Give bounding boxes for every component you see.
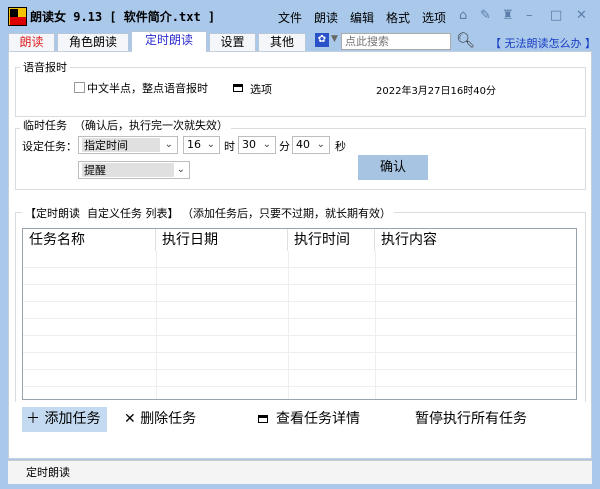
delete-task-label: 删除任务 — [140, 411, 197, 427]
add-task-label: 添加任务 — [44, 411, 101, 427]
table-row — [23, 302, 576, 319]
tab-settings[interactable]: 设置 — [209, 33, 256, 52]
tab-other[interactable]: 其他 — [258, 33, 306, 52]
chevron-down-icon: ⌄ — [262, 139, 271, 150]
set-task-label: 设定任务： — [22, 140, 77, 153]
column-exec-date[interactable]: 执行日期 — [156, 229, 288, 251]
table-row — [23, 251, 576, 268]
baidu-paw-icon[interactable]: ✿ — [315, 33, 329, 47]
add-task-button[interactable]: ＋ 添加任务 — [22, 407, 107, 432]
menu-options[interactable]: 选项 — [422, 9, 446, 26]
table-row — [23, 353, 576, 370]
column-divider — [375, 251, 376, 399]
window-title: 朗读女 9.13 [ 软件简介.txt ] — [30, 10, 216, 24]
checkbox-label: 中文半点，整点语音报时 — [87, 82, 208, 95]
chevron-down-icon[interactable]: ▼ — [331, 34, 338, 44]
chevron-down-icon: ⌄ — [206, 139, 215, 150]
column-exec-time[interactable]: 执行时间 — [288, 229, 375, 251]
current-datetime: 2022年3月27日16时40分 — [376, 86, 496, 97]
task-table[interactable]: 任务名称 执行日期 执行时间 执行内容 — [22, 228, 577, 400]
task-list-label: 【定时朗读 自定义任务 列表】 （添加任务后，只要不过期，就长期有效） — [22, 205, 394, 221]
chevron-down-icon: ⌄ — [164, 139, 173, 150]
mode-value: 指定时间 — [82, 138, 160, 152]
action-select[interactable]: 提醒 ⌄ — [78, 161, 190, 179]
tab-read[interactable]: 朗读 — [8, 33, 55, 52]
menu-edit[interactable]: 编辑 — [350, 9, 374, 26]
search-icon[interactable]: 🔍︎ — [456, 31, 475, 49]
half-hour-checkbox[interactable] — [74, 82, 85, 93]
menu-read[interactable]: 朗读 — [314, 9, 338, 26]
mode-select[interactable]: 指定时间 ⌄ — [78, 136, 178, 154]
column-task-name[interactable]: 任务名称 — [23, 229, 156, 251]
status-bar: 定时朗读 — [8, 460, 592, 484]
table-row — [23, 336, 576, 353]
menu-format[interactable]: 格式 — [386, 9, 410, 26]
search-input[interactable] — [341, 33, 451, 50]
delete-task-button[interactable]: ✕ 删除任务 — [120, 407, 200, 432]
confirm-button[interactable]: 确认 — [358, 155, 428, 180]
column-divider — [288, 251, 289, 399]
table-row — [23, 319, 576, 336]
action-value: 提醒 — [82, 163, 174, 177]
minute-select[interactable]: 30 ⌄ — [238, 136, 276, 154]
column-exec-content[interactable]: 执行内容 — [375, 229, 576, 251]
second-value: 40 — [296, 138, 310, 151]
window-icon — [258, 415, 268, 423]
plus-icon: ＋ — [26, 411, 40, 427]
chevron-down-icon: ⌄ — [176, 164, 185, 175]
menu-file[interactable]: 文件 — [278, 9, 302, 26]
hour-select[interactable]: 16 ⌄ — [183, 136, 220, 154]
voice-clock-label: 语音报时 — [20, 59, 70, 75]
column-divider — [156, 251, 157, 399]
minimize-icon[interactable]: – — [526, 8, 533, 23]
table-row — [23, 285, 576, 302]
minute-unit: 分 — [279, 140, 290, 153]
help-link[interactable]: 【 无法朗读怎么办 】 — [490, 35, 596, 51]
maximize-icon[interactable]: □ — [550, 8, 562, 23]
skin-icon[interactable]: ♜ — [502, 8, 514, 23]
table-row — [23, 370, 576, 387]
hour-unit: 时 — [224, 140, 235, 153]
temp-task-label: 临时任务 （确认后，执行完一次就失效） — [20, 117, 231, 133]
app-logo — [8, 7, 27, 26]
pin-icon[interactable]: ✎ — [480, 8, 491, 23]
close-icon[interactable]: ✕ — [576, 8, 587, 23]
table-row — [23, 268, 576, 285]
tab-timed-read[interactable]: 定时朗读 — [131, 31, 207, 52]
pause-all-button[interactable]: 暂停执行所有任务 — [411, 407, 531, 432]
home-icon[interactable]: ⌂ — [459, 8, 467, 23]
view-task-label: 查看任务详情 — [276, 411, 360, 427]
options-icon[interactable] — [233, 84, 243, 92]
minute-value: 30 — [242, 138, 256, 151]
hour-value: 16 — [187, 138, 201, 151]
delete-x-icon: ✕ — [124, 411, 136, 427]
second-select[interactable]: 40 ⌄ — [292, 136, 330, 154]
chevron-down-icon: ⌄ — [316, 139, 325, 150]
options-button[interactable]: 选项 — [250, 81, 272, 97]
second-unit: 秒 — [335, 140, 346, 153]
view-task-button[interactable]: 查看任务详情 — [254, 407, 364, 432]
tab-role-read[interactable]: 角色朗读 — [57, 33, 129, 52]
